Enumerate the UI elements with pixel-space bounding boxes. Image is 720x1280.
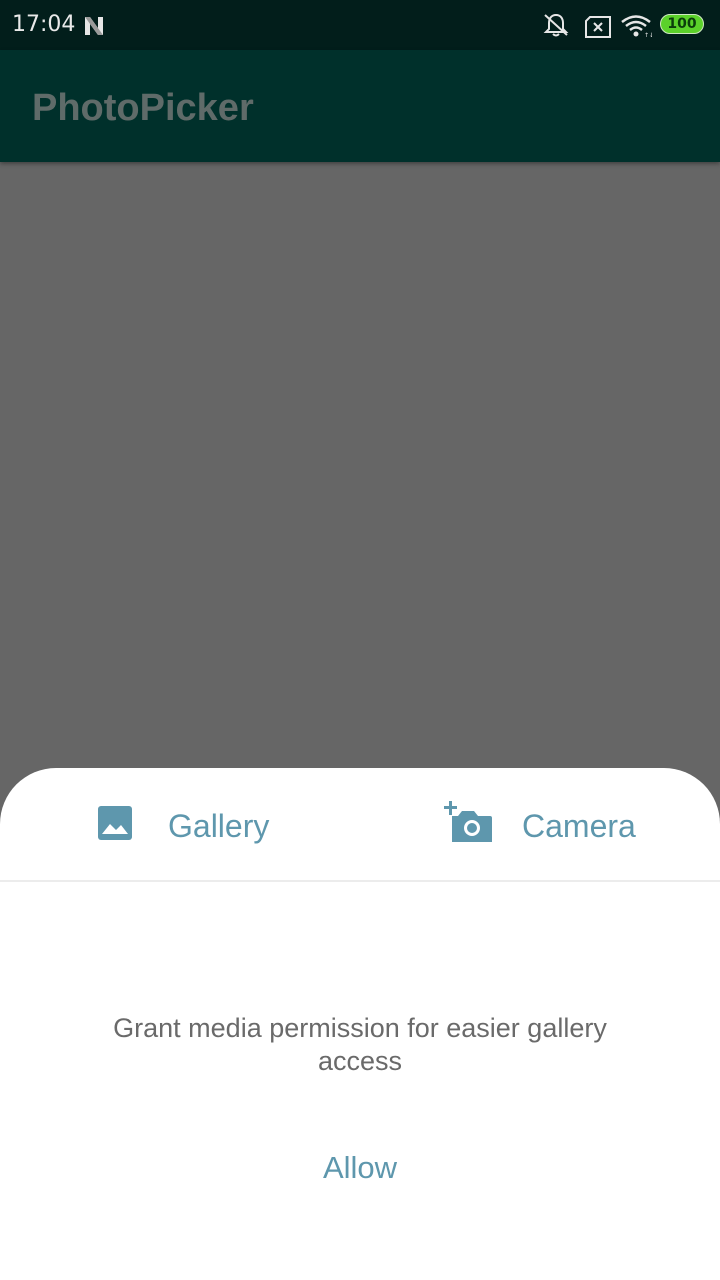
- gallery-tab[interactable]: Gallery: [96, 796, 296, 856]
- camera-tab-label: Camera: [522, 808, 636, 844]
- permission-message: Grant media permission for easier galler…: [113, 1013, 607, 1076]
- status-time: 17:04: [12, 12, 76, 37]
- bottom-sheet: Gallery Camera Grant media permission fo…: [0, 768, 720, 1280]
- gallery-tab-label: Gallery: [168, 808, 270, 844]
- battery-icon: 100: [660, 14, 706, 36]
- divider: [0, 880, 720, 882]
- image-icon: [98, 806, 132, 840]
- camera-tab[interactable]: Camera: [444, 796, 654, 856]
- sim-x-icon: [585, 16, 611, 38]
- status-bar: 17:04 ↑↓ 100: [0, 0, 720, 50]
- allow-button[interactable]: Allow: [300, 1146, 420, 1190]
- bell-muted-icon: [543, 13, 569, 37]
- add-camera-icon: [444, 801, 492, 842]
- n-notification-icon: [85, 17, 103, 35]
- battery-level: 100: [667, 16, 697, 32]
- app-title: PhotoPicker: [32, 87, 254, 129]
- wifi-icon: ↑↓: [621, 15, 652, 39]
- svg-text:↑↓: ↑↓: [644, 32, 652, 39]
- screen: 17:04 ↑↓ 100 PhotoPicker Gallery Camera …: [0, 0, 720, 1280]
